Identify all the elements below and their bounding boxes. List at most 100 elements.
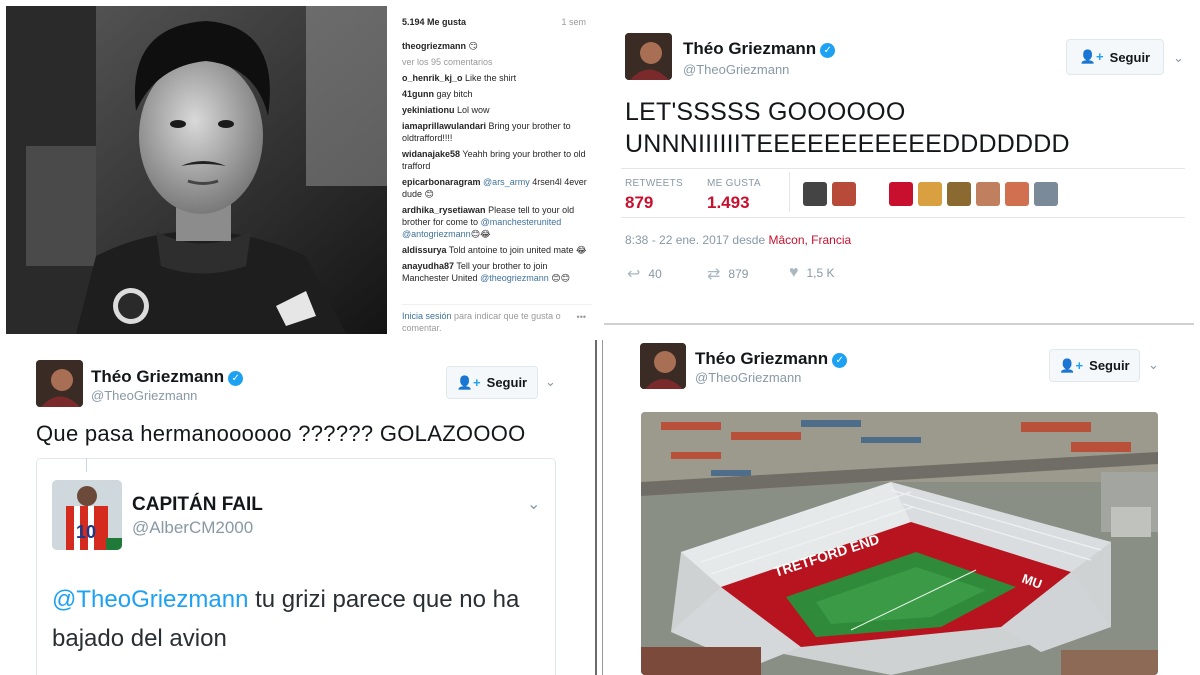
comment: anayudha87 Tell your brother to join Man… <box>402 260 594 284</box>
divider <box>789 172 790 212</box>
login-link[interactable]: Inicia sesión <box>402 311 452 321</box>
tweet-date: 8:38 - 22 ene. 2017 desde <box>625 233 766 247</box>
display-name-text: Théo Griezmann <box>683 39 817 58</box>
liker-avatar[interactable] <box>889 182 913 206</box>
comment-user[interactable]: o_henrik_kj_o <box>402 73 463 83</box>
follow-button[interactable]: 👤+ Seguir <box>1066 39 1164 75</box>
add-user-icon: 👤+ <box>1059 357 1084 373</box>
quote-text: @TheoGriezmann tu grizi parece que no ha… <box>52 580 542 658</box>
panel-divider <box>602 340 603 675</box>
tweet-text: Que pasa hermanoooooo ?????? GOLAZOOOO <box>36 421 526 446</box>
heart-icon: ♥ <box>789 264 799 281</box>
add-user-icon: 👤+ <box>1079 49 1104 64</box>
tweet-timestamp: 8:38 - 22 ene. 2017 desde Mâcon, Francia <box>625 233 851 247</box>
reply-icon: ↩ <box>627 266 641 283</box>
likes-row: 5.194 Me gusta 1 sem <box>402 16 586 28</box>
follow-label: Seguir <box>1089 358 1130 373</box>
more-options-icon[interactable]: ••• <box>577 311 586 323</box>
reply-action[interactable]: ↩ 40 <box>627 264 662 284</box>
verified-badge-icon: ✓ <box>832 353 848 368</box>
retweet-count: 879 <box>728 267 749 281</box>
chevron-down-icon[interactable]: ⌄ <box>527 494 540 514</box>
comment: yekiniationu Lol wow <box>402 104 594 116</box>
retweets-count[interactable]: 879 <box>625 193 653 213</box>
liker-avatar[interactable] <box>832 182 856 206</box>
tweet-text-line: LET'SSSSS GOOOOOO <box>625 98 906 126</box>
comment-user[interactable]: yekiniationu <box>402 105 455 115</box>
divider <box>621 168 1185 169</box>
login-prompt: Inicia sesión para indicar que te gusta … <box>402 304 592 334</box>
divider <box>604 323 1194 325</box>
chevron-down-icon[interactable]: ⌄ <box>545 374 556 390</box>
tweet-location[interactable]: Mâcon, Francia <box>768 233 851 247</box>
comment-text: Told antoine to join united mate 😂 <box>448 245 587 255</box>
avatar[interactable] <box>36 360 83 407</box>
comment-user[interactable]: iamaprillawulandari <box>402 121 486 131</box>
display-name-text: Théo Griezmann <box>695 349 829 368</box>
user-handle[interactable]: @TheoGriezmann <box>91 388 197 403</box>
avatar-image <box>625 33 672 80</box>
comment-user[interactable]: 41gunn <box>402 89 434 99</box>
divider <box>621 217 1185 218</box>
liker-avatar[interactable] <box>976 182 1000 206</box>
display-name[interactable]: Théo Griezmann ✓ <box>683 39 836 59</box>
liker-avatar[interactable] <box>1034 182 1058 206</box>
display-name[interactable]: Théo Griezmann ✓ <box>91 367 244 387</box>
liker-avatar[interactable] <box>1005 182 1029 206</box>
tweet-text: LET'SSSSS GOOOOOO UNNNIIIIIITEEEEEEEEEEE… <box>625 96 1165 160</box>
comment-user[interactable]: aldissurya <box>402 245 447 255</box>
comment-user[interactable]: widanajake58 <box>402 149 460 159</box>
comment-mention[interactable]: @manchesterunited <box>481 217 562 227</box>
comment-user[interactable]: ardhika_rysetiawan <box>402 205 486 215</box>
comment-mention[interactable]: @theogriezmann <box>480 273 549 283</box>
display-name[interactable]: Théo Griezmann ✓ <box>695 349 848 369</box>
view-comments-link[interactable]: ver los 95 comentarios <box>402 56 594 68</box>
caption-user[interactable]: theogriezmann <box>402 41 466 51</box>
liker-avatar[interactable] <box>803 182 827 206</box>
quote-mention[interactable]: @TheoGriezmann <box>52 586 248 613</box>
display-name-text: Théo Griezmann <box>91 367 225 386</box>
avatar-image <box>36 360 83 407</box>
liker-avatar[interactable] <box>947 182 971 206</box>
add-user-icon: 👤+ <box>456 374 481 390</box>
comment-user[interactable]: anayudha87 <box>402 261 454 271</box>
comment-text: Lol wow <box>457 105 490 115</box>
liker-avatar[interactable] <box>918 182 942 206</box>
quote-avatar[interactable]: 10 <box>52 480 122 550</box>
avatar[interactable] <box>640 343 686 389</box>
tweet-text-line: UNNNIIIIIITEEEEEEEEEEEDDDDDDD <box>625 130 1070 158</box>
comment-mention[interactable]: @antogriezmann <box>402 229 471 239</box>
thread-line <box>86 458 87 472</box>
comment: 41gunn gay bitch <box>402 88 594 100</box>
chevron-down-icon[interactable]: ⌄ <box>1173 50 1184 66</box>
like-action[interactable]: ♥ 1,5 K <box>789 264 835 282</box>
likes-count[interactable]: 1.493 <box>707 193 750 213</box>
avatar-image <box>640 343 686 389</box>
jersey-number: 10 <box>76 522 96 542</box>
comment: o_henrik_kj_o Like the shirt <box>402 72 594 84</box>
chevron-down-icon[interactable]: ⌄ <box>1148 357 1159 373</box>
quote-display-name[interactable]: CAPITÁN FAIL <box>132 494 263 516</box>
comment: aldissurya Told antoine to join united m… <box>402 244 594 256</box>
quote-user-handle[interactable]: @AlberCM2000 <box>132 518 253 538</box>
comment: iamaprillawulandari Bring your brother t… <box>402 120 594 144</box>
follow-button[interactable]: 👤+ Seguir <box>1049 349 1140 382</box>
stadium-image: TRETFORD END MU <box>641 412 1158 675</box>
retweet-icon: ⇄ <box>707 266 721 283</box>
user-handle[interactable]: @TheoGriezmann <box>695 370 801 385</box>
verified-badge-icon: ✓ <box>228 371 244 386</box>
panel-divider <box>595 340 597 675</box>
post-time: 1 sem <box>561 17 586 27</box>
comment-mention[interactable]: @ars_army <box>483 177 530 187</box>
user-handle[interactable]: @TheoGriezmann <box>683 62 789 77</box>
comment-user[interactable]: epicarbonaragram <box>402 177 481 187</box>
comment-text: gay bitch <box>436 89 473 99</box>
avatar[interactable] <box>625 33 672 80</box>
verified-badge-icon: ✓ <box>820 43 836 58</box>
like-count: 1,5 K <box>806 266 835 280</box>
stadium-photo[interactable]: TRETFORD END MU <box>641 412 1158 675</box>
caption: theogriezmann 😏 <box>402 40 594 52</box>
comment: widanajake58 Yeahh bring your brother to… <box>402 148 594 172</box>
retweet-action[interactable]: ⇄ 879 <box>707 264 748 284</box>
follow-button[interactable]: 👤+ Seguir <box>446 366 538 399</box>
